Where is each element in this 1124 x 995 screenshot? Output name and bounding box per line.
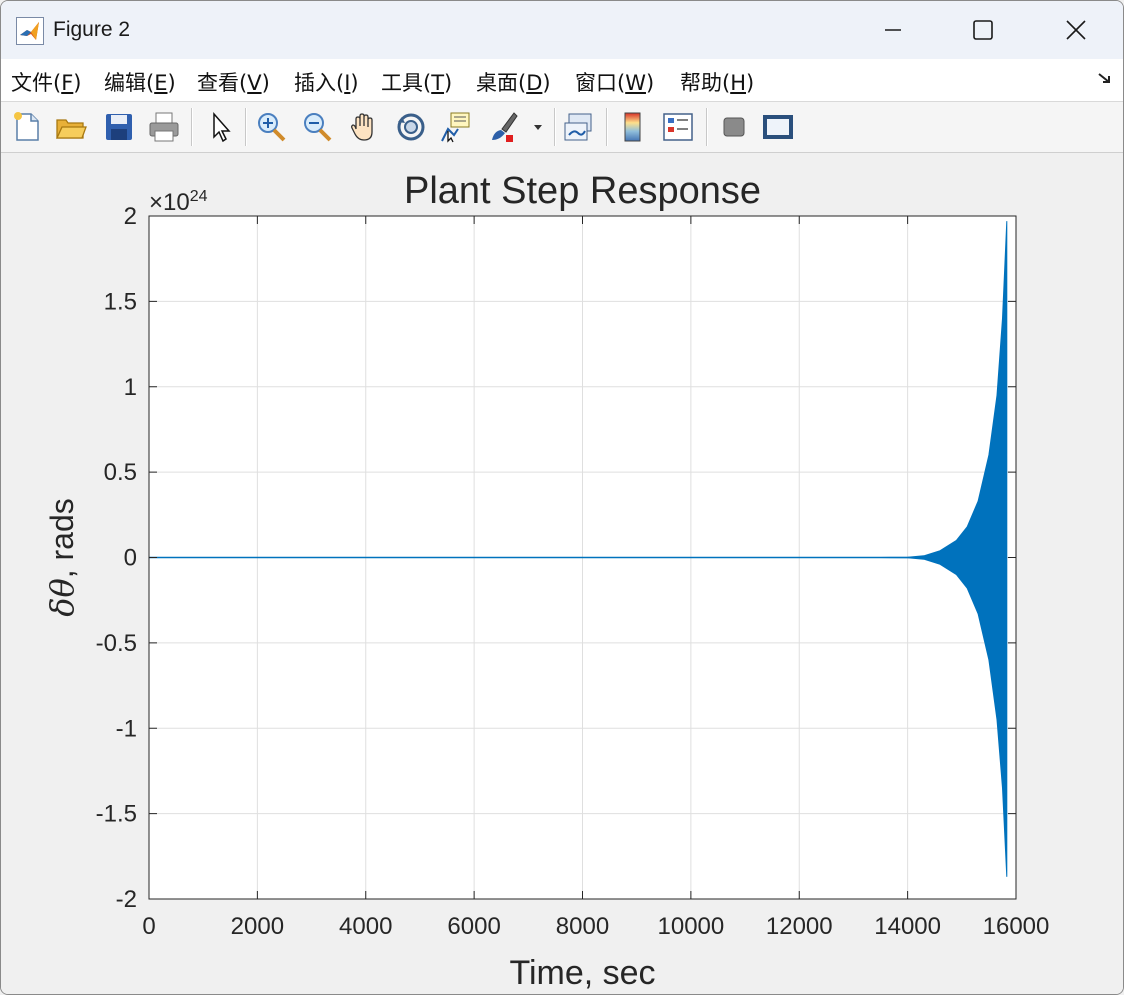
menu-edit[interactable]: 编辑(E) xyxy=(104,67,176,97)
pan-hand-icon xyxy=(351,113,373,141)
open-file-button[interactable] xyxy=(53,109,89,145)
close-icon xyxy=(1066,20,1086,40)
x-tick-label: 8000 xyxy=(556,913,609,940)
maximize-icon xyxy=(973,20,993,40)
new-figure-icon xyxy=(14,112,39,141)
y-tick-label: 0.5 xyxy=(104,459,137,486)
figure-window: Figure 2 文件(F) 编辑(E) 查看(V) 插入(I) 工具(T) 桌… xyxy=(0,0,1124,995)
data-cursor-icon xyxy=(441,112,470,143)
figure-canvas[interactable]: 0 2000 4000 6000 8000 10000 12000 14000 16000 2 1.… xyxy=(1,153,1123,994)
y-axis-label-symbol: δθ xyxy=(43,578,81,617)
x-tick-label: 2000 xyxy=(231,913,284,940)
zoom-in-button[interactable] xyxy=(253,109,289,145)
y-tick-label: -1 xyxy=(116,715,137,742)
brush-button[interactable] xyxy=(486,109,522,145)
y-tick-label: -1.5 xyxy=(96,801,137,828)
x-tick-label: 14000 xyxy=(874,913,941,940)
menu-insert[interactable]: 插入(I) xyxy=(294,67,359,97)
brush-icon xyxy=(492,112,518,142)
save-icon xyxy=(106,114,132,140)
menu-file[interactable]: 文件(F) xyxy=(11,67,82,97)
zoom-in-icon xyxy=(258,113,286,142)
minimize-icon xyxy=(885,29,901,31)
colorbar-icon xyxy=(624,112,641,142)
chevron-down-icon xyxy=(534,125,542,130)
brush-dropdown-button[interactable] xyxy=(531,109,545,145)
show-plot-tools-button[interactable] xyxy=(760,109,796,145)
print-button[interactable] xyxy=(146,109,182,145)
show-plot-tools-icon xyxy=(763,115,793,139)
link-plot-button[interactable] xyxy=(561,109,597,145)
y-tick-label: 2 xyxy=(124,203,137,230)
legend-button[interactable] xyxy=(660,109,696,145)
window-title: Figure 2 xyxy=(53,18,131,41)
chart-title: Plant Step Response xyxy=(404,170,761,212)
zoom-out-button[interactable] xyxy=(299,109,335,145)
x-tick-label: 0 xyxy=(142,913,155,940)
x-tick-label: 12000 xyxy=(766,913,833,940)
link-plot-icon xyxy=(564,113,592,141)
menu-bar: 文件(F) 编辑(E) 查看(V) 插入(I) 工具(T) 桌面(D) 窗口(W… xyxy=(1,59,1123,102)
y-axis-label-text: , rads xyxy=(44,498,80,578)
matlab-icon xyxy=(16,17,44,45)
menu-desktop[interactable]: 桌面(D) xyxy=(476,67,551,97)
y-tick-label: -2 xyxy=(116,886,137,913)
pointer-icon xyxy=(213,112,231,143)
x-tick-label: 16000 xyxy=(983,913,1050,940)
x-axis-label: Time, sec xyxy=(509,954,655,992)
maximize-button[interactable] xyxy=(937,1,1029,59)
hide-plot-tools-button[interactable] xyxy=(716,109,752,145)
menu-tools[interactable]: 工具(T) xyxy=(381,67,452,97)
pointer-button[interactable] xyxy=(203,109,239,145)
minimize-button[interactable] xyxy=(847,1,939,59)
toolbar-separator xyxy=(606,108,608,146)
colorbar-button[interactable] xyxy=(615,109,651,145)
dock-arrow-icon[interactable] xyxy=(1097,71,1113,91)
zoom-out-icon xyxy=(304,113,332,142)
toolbar-separator xyxy=(706,108,708,146)
plot-svg[interactable]: 0 2000 4000 6000 8000 10000 12000 14000 16000 2 1.… xyxy=(1,153,1123,994)
toolbar-separator xyxy=(245,108,247,146)
menu-view[interactable]: 查看(V) xyxy=(197,67,270,97)
data-cursor-button[interactable] xyxy=(438,109,474,145)
hide-plot-tools-icon xyxy=(723,117,745,137)
y-axis-exponent-base: ×10 xyxy=(149,189,190,216)
x-tick-label: 4000 xyxy=(339,913,392,940)
figure-toolbar xyxy=(1,102,1123,153)
new-figure-button[interactable] xyxy=(9,109,45,145)
toolbar-separator xyxy=(554,108,556,146)
y-axis-label: δθ, rads xyxy=(43,498,81,617)
rotate-button[interactable] xyxy=(393,109,429,145)
menu-help[interactable]: 帮助(H) xyxy=(680,67,754,97)
y-tick-label: 1 xyxy=(124,374,137,401)
rotate-3d-icon xyxy=(397,113,425,141)
toolbar-separator xyxy=(191,108,193,146)
x-tick-label: 10000 xyxy=(658,913,725,940)
y-tick-label: -0.5 xyxy=(96,630,137,657)
y-axis-exponent-power: 24 xyxy=(190,188,208,205)
y-tick-label: 1.5 xyxy=(104,288,137,315)
y-axis-exponent: ×1024 xyxy=(149,188,208,216)
x-tick-label: 6000 xyxy=(447,913,500,940)
pan-button[interactable] xyxy=(346,109,382,145)
y-tick-label: 0 xyxy=(124,545,137,572)
print-icon xyxy=(149,112,179,142)
open-file-icon xyxy=(55,119,87,139)
save-button[interactable] xyxy=(101,109,137,145)
title-bar[interactable]: Figure 2 xyxy=(1,1,1123,59)
menu-window[interactable]: 窗口(W) xyxy=(575,67,654,97)
legend-icon xyxy=(663,113,693,141)
close-button[interactable] xyxy=(1030,1,1122,59)
